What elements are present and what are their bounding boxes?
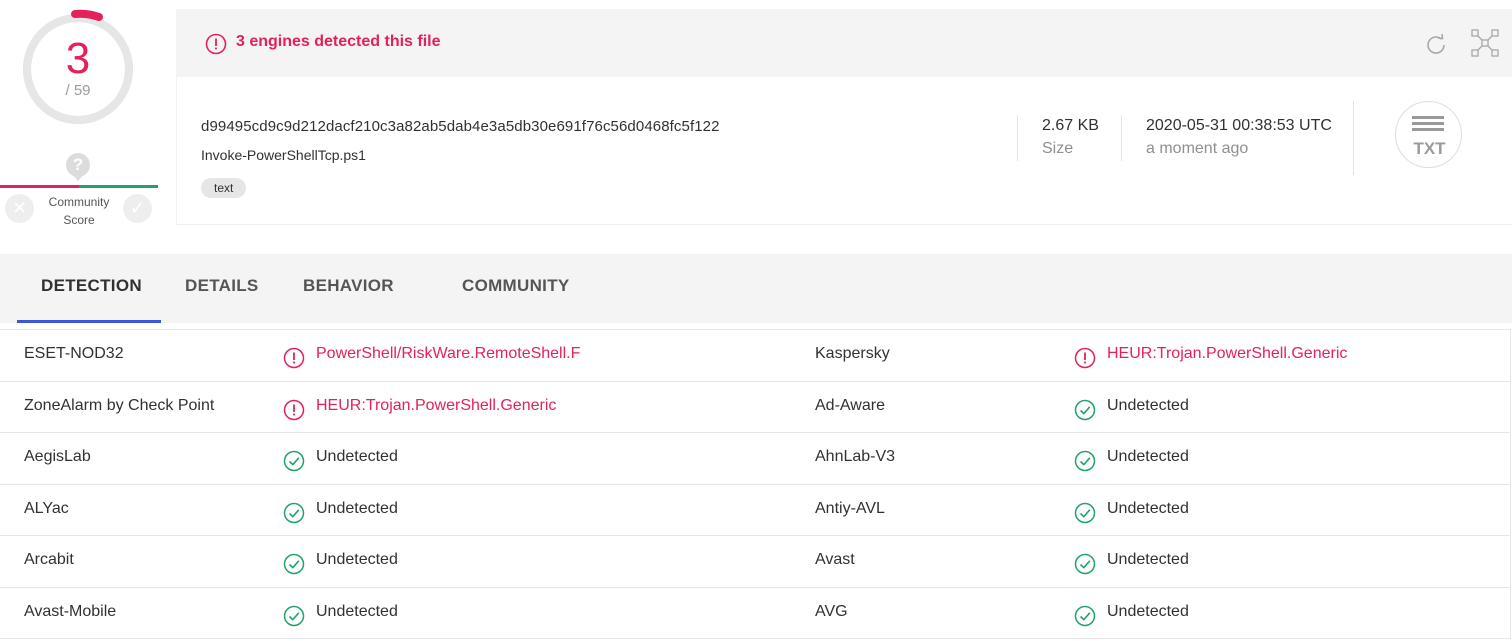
undetected-result: Undetected — [1107, 499, 1189, 517]
undetected-result: Undetected — [316, 551, 398, 568]
document-lines-icon — [1412, 116, 1444, 134]
detection-row: Arcabit Undetected Avast Undetected — [0, 536, 1510, 588]
community-bar-negative — [0, 185, 79, 188]
undetected-result: Undetected — [1107, 551, 1189, 568]
check-circle-icon — [283, 502, 305, 524]
detection-result: HEUR:Trojan.PowerShell.Generic — [1107, 345, 1348, 362]
detection-table: ESET-NOD32 PowerShell/RiskWare.RemoteShel… — [0, 329, 1511, 639]
undetected-result: Undetected — [316, 499, 398, 517]
file-hash[interactable]: d99495cd9c9d212dacf210c3a82ab5dab4e3a5db… — [201, 118, 720, 135]
alert-icon — [205, 33, 227, 55]
detection-score-gauge: 3 / 59 — [17, 8, 139, 130]
detection-row: ALYac Undetected Antiy-AVL Undetected — [0, 485, 1510, 536]
undetected-result: Undetected — [1107, 396, 1189, 414]
tab-behavior[interactable]: BEHAVIOR — [303, 276, 394, 296]
community-label-line2: Score — [63, 213, 95, 227]
file-name: Invoke-PowerShellTcp.ps1 — [201, 147, 366, 163]
divider — [1353, 101, 1354, 175]
detection-row: AegisLab Undetected AhnLab-V3 Undetected — [0, 433, 1510, 485]
engine-name: ZoneAlarm by Check Point — [24, 396, 215, 414]
undetected-result: Undetected — [316, 448, 398, 465]
check-circle-icon — [1074, 553, 1096, 575]
active-tab-indicator — [17, 320, 161, 323]
engine-name: ESET-NOD32 — [24, 345, 124, 362]
check-circle-icon — [1074, 450, 1096, 472]
engine-name: Avast — [815, 551, 855, 568]
question-pointer — [72, 174, 84, 181]
undetected-result: Undetected — [1107, 602, 1189, 620]
check-circle-icon — [283, 450, 305, 472]
analysis-relative-time: a moment ago — [1146, 140, 1249, 157]
detection-row: ZoneAlarm by Check Point HEUR:Trojan.Powe… — [0, 382, 1510, 433]
detection-result: PowerShell/RiskWare.RemoteShell.F — [316, 345, 581, 362]
file-info-panel: d99495cd9c9d212dacf210c3a82ab5dab4e3a5db… — [176, 77, 1512, 225]
community-score: ? ✕ Community Score ✓ — [0, 150, 158, 230]
detection-row: ESET-NOD32 PowerShell/RiskWare.RemoteShel… — [0, 330, 1510, 382]
file-type-icon: TXT — [1395, 101, 1462, 168]
divider — [1121, 115, 1122, 161]
engine-name: ALYac — [24, 499, 69, 517]
engine-name: Arcabit — [24, 551, 74, 568]
analysis-date: 2020-05-31 00:38:53 UTC — [1146, 117, 1332, 134]
undetected-result: Undetected — [316, 602, 398, 620]
check-circle-icon — [1074, 399, 1096, 421]
engine-name: Antiy-AVL — [815, 499, 885, 517]
reanalyze-icon[interactable] — [1423, 32, 1449, 58]
engine-name: AVG — [815, 602, 848, 620]
alert-icon — [1074, 347, 1096, 369]
engine-name: AhnLab-V3 — [815, 448, 896, 465]
tab-details[interactable]: DETAILS — [185, 276, 259, 296]
vote-harmless-button[interactable]: ✓ — [123, 194, 152, 223]
vote-harmful-button[interactable]: ✕ — [5, 194, 34, 223]
detection-count: 3 — [65, 34, 91, 83]
file-tag[interactable]: text — [201, 178, 247, 198]
check-circle-icon — [283, 553, 305, 575]
engine-name: Ad-Aware — [815, 396, 885, 414]
file-size-value: 2.67 KB — [1042, 117, 1099, 134]
check-circle-icon — [1074, 502, 1096, 524]
community-label-line1: Community — [48, 195, 110, 209]
engine-total: / 59 — [65, 82, 91, 99]
graph-view-icon[interactable] — [1470, 28, 1500, 58]
detection-banner: 3 engines detected this file — [176, 9, 1512, 77]
alert-icon — [283, 399, 305, 421]
tab-detection[interactable]: DETECTION — [41, 276, 142, 296]
detection-result: HEUR:Trojan.PowerShell.Generic — [316, 396, 557, 414]
engine-name: AegisLab — [24, 448, 91, 465]
divider — [1017, 115, 1018, 161]
detection-row: Avast-Mobile Undetected AVG Undetected — [0, 588, 1510, 639]
community-bar-positive — [79, 185, 158, 188]
file-type-label: TXT — [1413, 139, 1446, 158]
tab-bar: DETECTION DETAILS BEHAVIOR COMMUNITY — [0, 254, 1512, 323]
community-score-label: Community Score — [40, 193, 118, 229]
alert-icon — [283, 347, 305, 369]
engine-name: Kaspersky — [815, 345, 890, 362]
banner-text: 3 engines detected this file — [236, 33, 441, 50]
undetected-result: Undetected — [1107, 448, 1189, 465]
check-circle-icon — [1074, 605, 1096, 627]
check-circle-icon — [283, 605, 305, 627]
file-size-label: Size — [1042, 140, 1074, 157]
engine-name: Avast-Mobile — [24, 602, 117, 620]
tab-community[interactable]: COMMUNITY — [462, 276, 570, 296]
